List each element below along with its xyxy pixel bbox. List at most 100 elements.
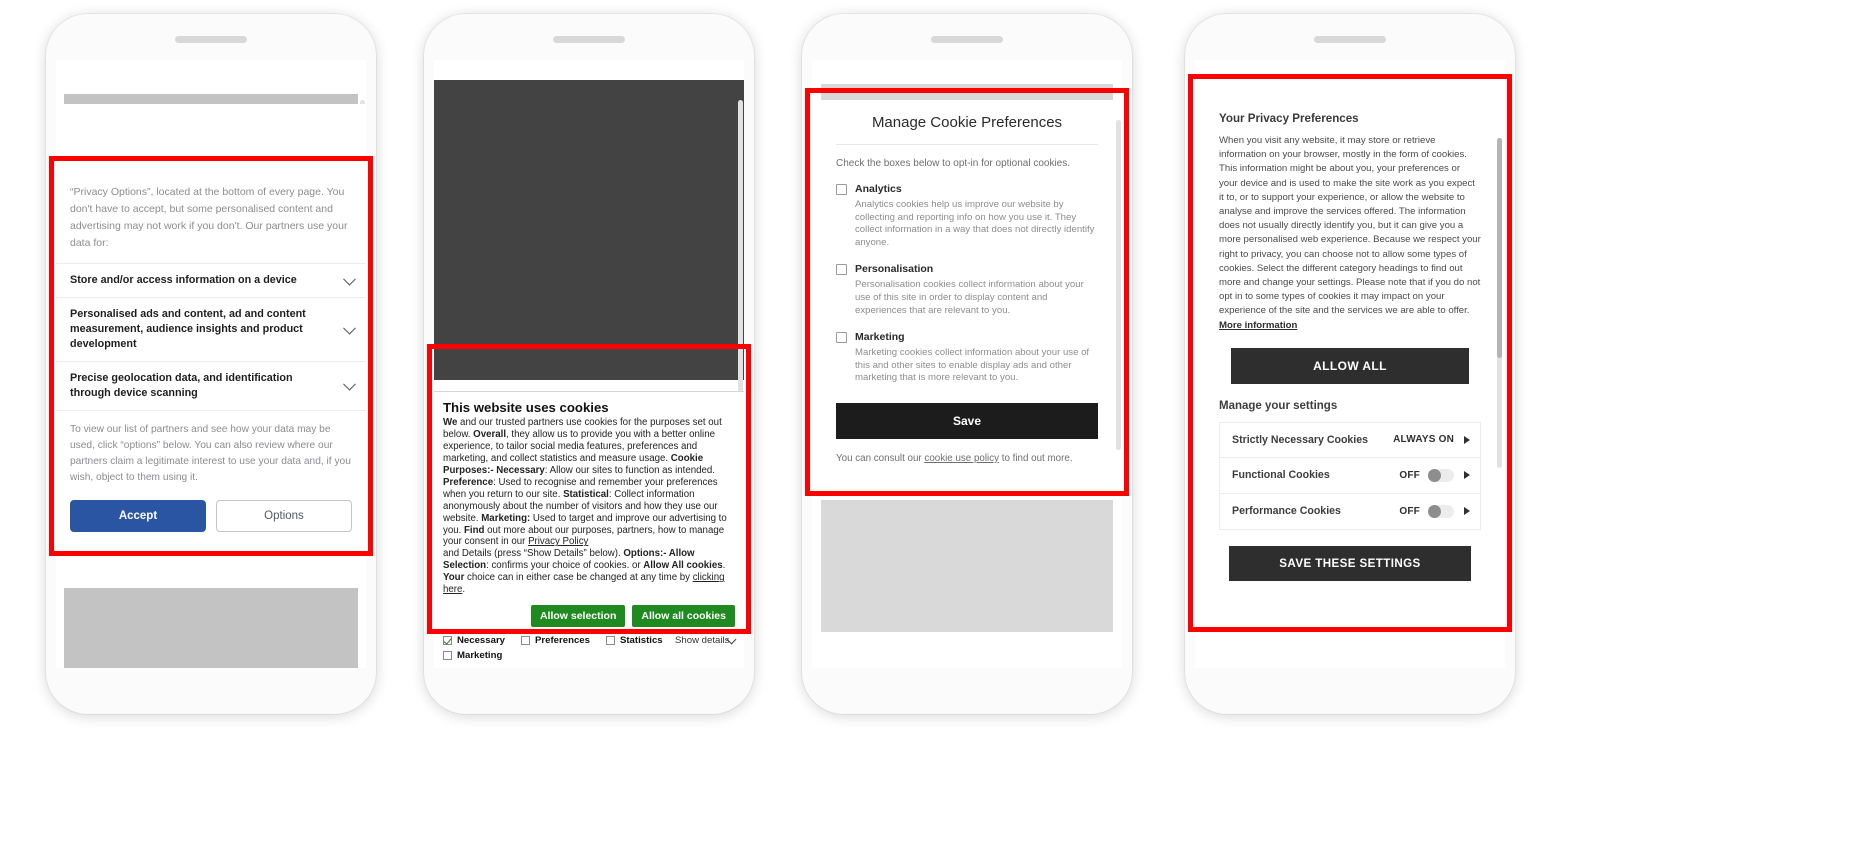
checkbox-marketing[interactable]: Marketing (443, 650, 735, 661)
checkbox-label: Statistics (619, 635, 663, 646)
preference-item-marketing: Marketing Marketing cookies collect info… (836, 331, 1098, 385)
preference-item-personalisation: Personalisation Personalisation cookies … (836, 263, 1098, 317)
show-details-label: Show details (675, 635, 730, 646)
category-label: Functional Cookies (1232, 469, 1330, 482)
category-toggle[interactable] (1428, 468, 1454, 482)
checkbox-label: Marketing (457, 650, 503, 661)
panel-body-paragraph: When you visit any website, it may store… (1219, 135, 1481, 317)
panel-title: Your Privacy Preferences (1219, 112, 1359, 125)
allow-all-button[interactable]: ALLOW ALL (1231, 347, 1469, 384)
phone-4-screen: Your Privacy Preferences When you visit … (1195, 60, 1505, 668)
toggle-knob (1428, 468, 1441, 482)
category-label: Performance Cookies (1232, 505, 1341, 518)
banner-button-row: Allow selection Allow all cookies (443, 605, 735, 627)
phone-mockup-2: This website uses cookies We and our tru… (424, 14, 754, 714)
phone-speaker-notch (931, 36, 1003, 43)
category-state: OFF (1399, 505, 1420, 517)
preference-label: Marketing (855, 331, 905, 344)
phone-2-screen: This website uses cookies We and our tru… (434, 60, 744, 668)
chevron-down-icon[interactable] (343, 377, 356, 391)
panel-body-text: When you visit any website, it may store… (1219, 134, 1481, 333)
save-these-settings-button[interactable]: SAVE THESE SETTINGS (1229, 545, 1471, 581)
preference-item-header: Marketing (836, 331, 1098, 343)
checkbox-icon[interactable] (521, 636, 531, 645)
checkbox-label: Preferences (535, 635, 590, 646)
checkbox-icon[interactable] (443, 651, 452, 660)
cookie-category-checkboxes: Necessary Preferences Statistics Marketi… (443, 634, 737, 661)
banner-intro-text: “Privacy Options”, located at the bottom… (70, 186, 348, 249)
show-details-toggle[interactable]: Show details (675, 634, 737, 647)
phone-3-screen: Manage Cookie Preferences Check the boxe… (812, 60, 1122, 668)
checkbox-icon[interactable] (605, 636, 615, 645)
allow-selection-button[interactable]: Allow selection (530, 605, 626, 627)
preference-item-analytics: Analytics Analytics cookies help us impr… (836, 183, 1098, 249)
purpose-row[interactable]: Store and/or access information on a dev… (56, 263, 366, 297)
banner-note-text: To view our list of partners and see how… (56, 410, 366, 486)
chevron-right-icon[interactable] (1464, 507, 1470, 516)
phone-mockup-1: “Privacy Options”, located at the bottom… (46, 14, 376, 714)
phone-speaker-notch (553, 36, 625, 43)
preference-item-header: Analytics (836, 183, 1098, 195)
purpose-label: Store and/or access information on a dev… (70, 274, 297, 286)
options-button[interactable]: Options (216, 500, 352, 532)
category-row-strictly-necessary[interactable]: Strictly Necessary Cookies ALWAYS ON (1220, 423, 1480, 458)
page-content-dark-placeholder (434, 80, 744, 380)
screenshot-stage: “Privacy Options”, located at the bottom… (0, 0, 1860, 864)
banner-body-text: We and our trusted partners use cookies … (443, 417, 727, 596)
phone-speaker-notch (175, 36, 247, 43)
checkbox-icon[interactable] (836, 183, 847, 195)
page-content-bottom-placeholder (821, 500, 1113, 632)
manage-cookie-preferences-modal: Manage Cookie Preferences Check the boxe… (821, 100, 1113, 480)
page-content-bottom-placeholder (64, 588, 358, 668)
purpose-row[interactable]: Precise geolocation data, and identifica… (56, 361, 366, 410)
modal-subtitle: Check the boxes below to opt-in for opti… (836, 158, 1071, 169)
footer-suffix: to find out more. (999, 452, 1073, 464)
category-row-performance[interactable]: Performance Cookies OFF (1220, 494, 1480, 529)
chevron-down-icon[interactable] (343, 272, 356, 286)
cookie-banner-2: This website uses cookies We and our tru… (434, 391, 744, 668)
page-scrollbar-thumb[interactable] (1497, 138, 1502, 358)
cookie-category-list: Strictly Necessary Cookies ALWAYS ON Fun… (1219, 421, 1481, 530)
banner-title: This website uses cookies (443, 400, 609, 416)
phone-mockup-3: Manage Cookie Preferences Check the boxe… (802, 14, 1132, 714)
checkbox-checked-icon[interactable] (443, 636, 452, 645)
checkbox-icon[interactable] (836, 263, 847, 275)
category-toggle[interactable] (1428, 504, 1454, 518)
cookie-use-policy-link[interactable]: cookie use policy (924, 453, 999, 464)
save-button[interactable]: Save (836, 402, 1098, 439)
page-scrollbar-track[interactable] (1116, 120, 1121, 450)
preference-label: Analytics (855, 183, 902, 195)
preference-description: Marketing cookies collect information ab… (855, 347, 1090, 384)
more-information-link[interactable]: More information (1219, 320, 1297, 331)
preference-description: Analytics cookies help us improve our we… (855, 199, 1095, 248)
manage-settings-heading: Manage your settings (1219, 399, 1338, 412)
chevron-right-icon[interactable] (1464, 471, 1470, 480)
allow-all-cookies-button[interactable]: Allow all cookies (632, 605, 735, 627)
preference-label: Personalisation (855, 263, 934, 276)
modal-title: Manage Cookie Preferences (836, 114, 1098, 145)
preference-item-header: Personalisation (836, 263, 1098, 275)
phone-mockup-4: Your Privacy Preferences When you visit … (1185, 14, 1515, 714)
toggle-knob (1428, 504, 1441, 518)
category-row-functional[interactable]: Functional Cookies OFF (1220, 458, 1480, 494)
checkbox-necessary[interactable]: Necessary (443, 635, 505, 646)
checkbox-label: Necessary (457, 635, 506, 646)
purpose-label: Personalised ads and content, ad and con… (70, 308, 306, 350)
preference-description: Personalisation cookies collect informat… (855, 279, 1084, 316)
checkbox-statistics[interactable]: Statistics (605, 635, 663, 646)
chevron-down-icon[interactable] (343, 321, 356, 335)
checkbox-preferences[interactable]: Preferences (521, 635, 590, 646)
phone-1-screen: “Privacy Options”, located at the bottom… (56, 60, 366, 668)
accept-button[interactable]: Accept (70, 500, 206, 532)
consent-banner-1: “Privacy Options”, located at the bottom… (56, 104, 366, 546)
phone-speaker-notch (1314, 36, 1386, 43)
category-state: ALWAYS ON (1393, 434, 1454, 446)
modal-footer: You can consult our cookie use policy to… (836, 453, 1098, 464)
purpose-row[interactable]: Personalised ads and content, ad and con… (56, 297, 366, 361)
page-scrollbar-track[interactable] (738, 100, 743, 400)
privacy-preferences-panel: Your Privacy Preferences When you visit … (1203, 98, 1497, 597)
category-state: OFF (1399, 469, 1420, 481)
footer-prefix: You can consult our (836, 452, 925, 464)
checkbox-icon[interactable] (836, 331, 847, 343)
chevron-right-icon[interactable] (1464, 435, 1470, 444)
